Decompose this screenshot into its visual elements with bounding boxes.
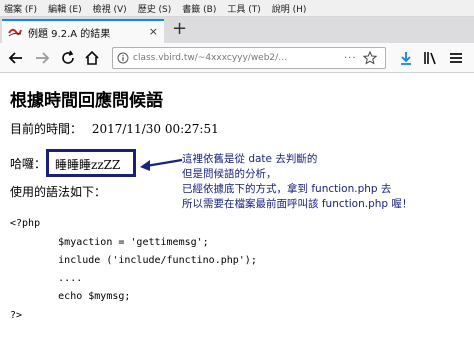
- code-line: $myaction = 'gettimemsg';: [10, 237, 209, 248]
- home-icon: [85, 50, 99, 65]
- menu-tools[interactable]: 工具 (T): [227, 2, 260, 15]
- downloads-button[interactable]: [396, 48, 416, 68]
- menu-help[interactable]: 說明 (H): [272, 2, 307, 15]
- code-line: echo $mymsg;: [10, 291, 131, 302]
- reload-button[interactable]: [58, 48, 78, 68]
- reload-icon: [62, 50, 74, 64]
- menu-bookmarks[interactable]: 書籤 (B): [182, 2, 216, 15]
- tab-close-icon[interactable]: ×: [149, 25, 158, 38]
- tab-strip: 例題 9.2.A 的結果 × +: [0, 17, 474, 43]
- syntax-label: 使用的語法如下：: [10, 185, 107, 199]
- tab-title: 例題 9.2.A 的結果: [28, 28, 111, 40]
- menu-bar: 檔案 (F) 編輯 (E) 檢視 (V) 歷史 (S) 書籤 (B) 工具 (T…: [0, 0, 474, 17]
- library-button[interactable]: [420, 48, 440, 68]
- forward-arrow-icon: [36, 52, 50, 64]
- greet-label: 哈囉：: [10, 157, 47, 171]
- hamburger-menu-icon: [450, 53, 462, 63]
- tab-active[interactable]: 例題 9.2.A 的結果 ×: [2, 19, 164, 43]
- url-text[interactable]: class.vbird.tw/~4xxxcyyy/web2/…: [133, 53, 338, 63]
- page-title: 根據時間回應問候語: [10, 91, 163, 111]
- info-icon[interactable]: [117, 52, 129, 64]
- menu-history[interactable]: 歷史 (S): [138, 2, 172, 15]
- menu-edit[interactable]: 編輯 (E): [48, 2, 82, 15]
- menu-file[interactable]: 檔案 (F): [4, 2, 37, 15]
- greet-value: 睡睡睡zzZZ: [55, 158, 121, 172]
- annotation-line: 所以需要在檔案最前面呼叫該 function.php 喔！: [182, 198, 413, 210]
- bookmark-star-icon[interactable]: [362, 51, 377, 65]
- page-actions-button[interactable]: ···: [344, 53, 357, 64]
- nav-bar: class.vbird.tw/~4xxxcyyy/web2/… ···: [0, 43, 474, 73]
- code-line: include ('include/functino.php');: [10, 255, 257, 266]
- new-tab-button[interactable]: +: [172, 19, 187, 39]
- page-favicon-icon: [8, 25, 22, 39]
- annotation-line: 這裡依舊是從 date 去判斷的: [182, 153, 318, 165]
- time-label: 目前的時間：: [10, 122, 83, 136]
- menu-view[interactable]: 檢視 (V): [93, 2, 127, 15]
- annotation-line: 已經依據底下的方式，拿到 function.php 去: [182, 183, 392, 195]
- menu-button[interactable]: [446, 48, 466, 68]
- code-line: <?php: [10, 218, 41, 229]
- annotation-arrow-icon: [140, 158, 183, 171]
- back-button[interactable]: [6, 48, 26, 68]
- library-icon: [424, 52, 436, 65]
- download-icon: [401, 52, 411, 65]
- annotation-text: 這裡依舊是從 date 去判斷的 但是問候語的分析， 已經依據底下的方式，拿到 …: [182, 152, 472, 212]
- code-line: ....: [10, 273, 83, 284]
- code-line: ?>: [10, 310, 23, 321]
- time-line: 目前的時間： 2017/11/30 00:27:51: [10, 120, 219, 137]
- back-arrow-icon: [8, 52, 22, 64]
- annotation-line: 但是問候語的分析，: [182, 168, 277, 180]
- time-value: 2017/11/30 00:27:51: [91, 122, 219, 136]
- greeting-highlight-box: 睡睡睡zzZZ: [46, 149, 136, 177]
- home-button[interactable]: [82, 48, 102, 68]
- page-content: 根據時間回應問候語 目前的時間： 2017/11/30 00:27:51 哈囉：…: [0, 74, 474, 364]
- url-bar[interactable]: class.vbird.tw/~4xxxcyyy/web2/… ···: [112, 47, 386, 69]
- forward-button[interactable]: [32, 48, 52, 68]
